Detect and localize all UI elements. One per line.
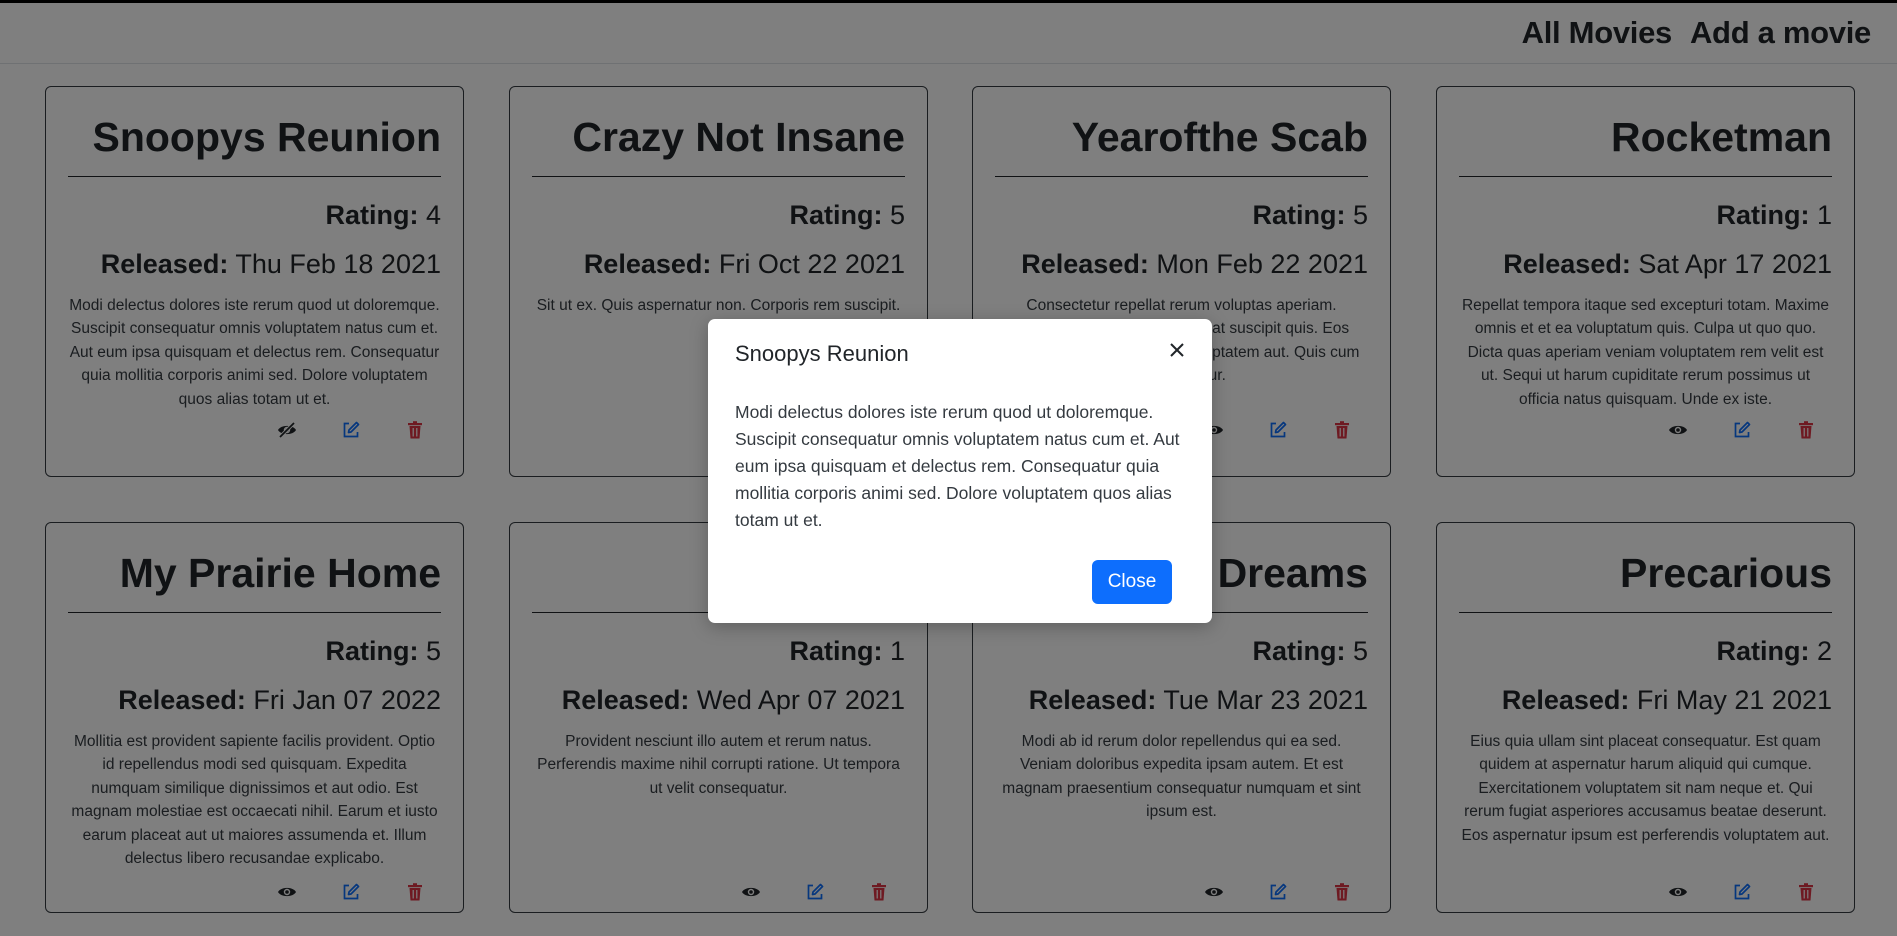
close-icon[interactable] bbox=[1164, 337, 1190, 363]
modal-title: Snoopys Reunion bbox=[735, 341, 909, 366]
modal-body: Modi delectus dolores iste rerum quod ut… bbox=[735, 402, 1180, 530]
movie-modal: Snoopys Reunion Modi delectus dolores is… bbox=[708, 319, 1212, 623]
modal-close-button[interactable]: Close bbox=[1092, 560, 1172, 604]
